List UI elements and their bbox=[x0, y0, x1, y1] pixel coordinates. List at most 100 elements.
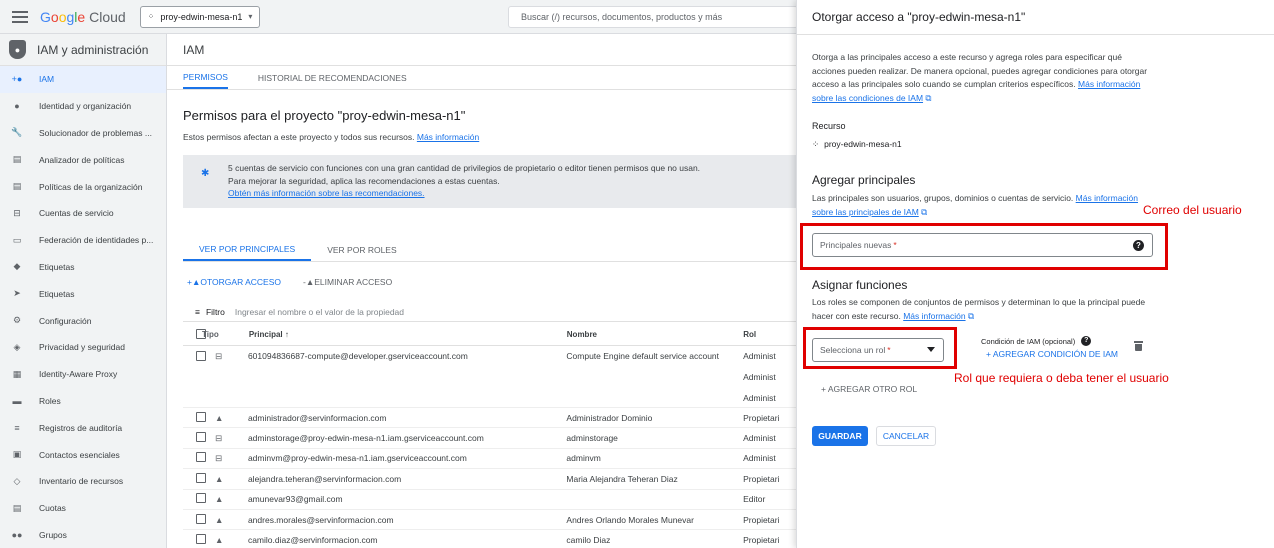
table-row[interactable]: ▲ camilo.diaz@servinformacion.com camilo D… bbox=[183, 530, 796, 548]
sidebar-item-cuotas[interactable]: ▤ Cuotas bbox=[0, 495, 166, 522]
row-principal: camilo.diaz@servinformacion.com bbox=[247, 535, 378, 546]
sidebar-item-configuraci-n[interactable]: ⚙ Configuración bbox=[0, 307, 166, 334]
trash-icon[interactable] bbox=[1134, 341, 1143, 351]
table-row[interactable]: ▲ amunevar93@gmail.com Editor bbox=[183, 490, 796, 510]
add-role-button[interactable]: + AGREGAR OTRO ROL bbox=[821, 384, 917, 394]
sidebar-item-iam[interactable]: +● IAM bbox=[0, 66, 166, 93]
service-account-icon: ⊟ bbox=[215, 432, 223, 443]
grant-access-label: OTORGAR ACCESO bbox=[200, 277, 281, 287]
tab-view-by-roles[interactable]: VER POR ROLES bbox=[311, 238, 412, 261]
sidebar-header: ● IAM y administración bbox=[0, 34, 166, 66]
grant-access-button[interactable]: +▲OTORGAR ACCESO bbox=[187, 277, 281, 287]
sidebar-item-grupos[interactable]: ●● Grupos bbox=[0, 522, 166, 548]
table-row[interactable]: ⊟ 601094836687-compute@developer.gservic… bbox=[183, 346, 796, 408]
sidebar-item-privacidad-y-seguridad[interactable]: ◈ Privacidad y seguridad bbox=[0, 334, 166, 361]
gear-icon: ⚙ bbox=[12, 315, 22, 326]
save-button[interactable]: GUARDAR bbox=[812, 426, 868, 446]
table-row[interactable]: ▲ andres.morales@servinformacion.com Andre… bbox=[183, 510, 796, 531]
sidebar-item-label: Analizador de políticas bbox=[39, 154, 125, 165]
tab-view-by-principals[interactable]: VER POR PRINCIPALES bbox=[183, 238, 312, 261]
row-principal: alejandra.teheran@servinformacion.com bbox=[247, 473, 402, 484]
col-role[interactable]: Rol bbox=[743, 330, 796, 339]
menu-icon[interactable] bbox=[12, 10, 28, 23]
sidebar-item-etiquetas[interactable]: ➤ Etiquetas bbox=[0, 280, 166, 307]
sidebar-item-cuentas-de-servicio[interactable]: ⊟ Cuentas de servicio bbox=[0, 200, 166, 227]
more-info-link[interactable]: Más información bbox=[417, 132, 479, 142]
row-role: Administ bbox=[743, 453, 776, 464]
col-principal-label: Principal bbox=[248, 330, 283, 339]
add-person-icon: +● bbox=[11, 74, 23, 85]
view-tabs: VER POR PRINCIPALES VER POR ROLES bbox=[183, 238, 796, 262]
row-name: camilo Diaz bbox=[566, 535, 611, 546]
permissions-subtitle: Estos permisos afectan a este proyecto y… bbox=[183, 132, 479, 142]
project-name: proy-edwin-mesa-n1 bbox=[160, 11, 243, 22]
project-picker[interactable]: ⁘ proy-edwin-mesa-n1 ▾ bbox=[139, 5, 261, 28]
sidebar-item-label: Federación de identidades p... bbox=[39, 235, 154, 246]
banner-link[interactable]: Obtén más información sobre las recomend… bbox=[228, 187, 796, 200]
shield-icon: ◈ bbox=[13, 341, 21, 352]
filter-input[interactable]: Ingresar el nombre o el valor de la prop… bbox=[235, 307, 404, 317]
add-condition-button[interactable]: + AGREGAR CONDICIÓN DE IAM bbox=[986, 349, 1118, 359]
external-link-icon: ⧉ bbox=[925, 92, 932, 103]
iam-condition-label: Condición de IAM (opcional) ? bbox=[981, 336, 1092, 346]
sidebar-item-label: Inventario de recursos bbox=[39, 476, 124, 487]
external-link-icon: ⧉ bbox=[967, 310, 975, 321]
table-row[interactable]: ▲ administrador@servinformacion.com Admini… bbox=[183, 408, 796, 429]
assign-roles-desc: Los roles se componen de conjuntos de pe… bbox=[812, 296, 1157, 323]
assign-roles-desc-text: Los roles se componen de conjuntos de pe… bbox=[812, 297, 1146, 321]
sidebar-item-analizador-de-pol-ticas[interactable]: ▤ Analizador de políticas bbox=[0, 146, 166, 173]
sidebar-item-identity-aware-proxy[interactable]: ▦ Identity-Aware Proxy bbox=[0, 361, 166, 388]
sidebar-item-identidad-y-organizaci-n[interactable]: ● Identidad y organización bbox=[0, 93, 166, 120]
sidebar-item-contactos-esenciales[interactable]: ▣ Contactos esenciales bbox=[0, 441, 166, 468]
add-role-label: AGREGAR OTRO ROL bbox=[827, 384, 918, 394]
quota-icon: ▤ bbox=[12, 502, 22, 513]
service-account-icon: ⊟ bbox=[215, 452, 223, 463]
sidebar-item-inventario-de-recursos[interactable]: ◇ Inventario de recursos bbox=[0, 468, 166, 495]
remove-access-button[interactable]: -▲ELIMINAR ACCESO bbox=[303, 277, 392, 287]
col-principal[interactable]: Principal ↑ bbox=[247, 330, 567, 339]
row-role: Administ bbox=[743, 393, 776, 403]
annotation-box-email bbox=[800, 223, 1168, 270]
panel-intro: Otorga a las principales acceso a este r… bbox=[812, 51, 1157, 105]
sidebar-item-label: IAM bbox=[39, 74, 55, 85]
sidebar-item-registros-de-auditor-a[interactable]: ≡ Registros de auditoría bbox=[0, 414, 166, 441]
cancel-button[interactable]: CANCELAR bbox=[876, 426, 936, 446]
search-input[interactable]: Buscar (/) recursos, documentos, product… bbox=[508, 6, 798, 28]
resource-value: ⁘ proy-edwin-mesa-n1 bbox=[812, 139, 902, 150]
add-principals-desc: Las principales son usuarios, grupos, do… bbox=[812, 192, 1157, 219]
tab-historial[interactable]: HISTORIAL DE RECOMENDACIONES bbox=[258, 66, 407, 89]
row-role: Propietari bbox=[743, 412, 780, 423]
help-icon[interactable]: ? bbox=[1081, 336, 1092, 346]
sidebar-item-label: Etiquetas bbox=[39, 261, 75, 272]
table-row[interactable]: ▲ alejandra.teheran@servinformacion.com Ma… bbox=[183, 469, 796, 490]
sidebar-item-pol-ticas-de-la-organizaci-n[interactable]: ▤ Políticas de la organización bbox=[0, 173, 166, 200]
google-cloud-logo[interactable]: Google Cloud bbox=[40, 9, 126, 25]
col-type[interactable]: Tipo bbox=[202, 330, 247, 339]
table-row[interactable]: ⊟ adminstorage@proy-edwin-mesa-n1.iam.gse… bbox=[183, 428, 796, 449]
tab-permisos[interactable]: PERMISOS bbox=[183, 66, 228, 89]
filter-bar[interactable]: ≡ Filtro Ingresar el nombre o el valor d… bbox=[183, 302, 796, 322]
plus-icon: + bbox=[986, 349, 993, 359]
row-role: Administ bbox=[743, 351, 776, 361]
grid-icon: ▦ bbox=[12, 368, 22, 379]
col-name[interactable]: Nombre bbox=[567, 330, 743, 339]
lines-icon: ≡ bbox=[14, 422, 20, 433]
row-name: Andres Orlando Morales Munevar bbox=[566, 514, 694, 525]
wrench-icon: 🔧 bbox=[11, 127, 23, 138]
search-doc-icon: ▤ bbox=[12, 154, 22, 165]
sidebar-item-label: Cuotas bbox=[39, 503, 66, 514]
sidebar-item-federaci-n-de-identidades-p[interactable]: ▭ Federación de identidades p... bbox=[0, 227, 166, 254]
table-row[interactable]: ⊟ adminvm@proy-edwin-mesa-n1.iam.gservice… bbox=[183, 449, 796, 470]
permissions-subtitle-text: Estos permisos afectan a este proyecto y… bbox=[183, 132, 415, 142]
sidebar-item-roles[interactable]: ▬ Roles bbox=[0, 388, 166, 415]
row-principal: andres.morales@servinformacion.com bbox=[247, 514, 394, 525]
diamond-icon: ◇ bbox=[13, 475, 21, 486]
row-name: adminvm bbox=[566, 453, 601, 464]
sidebar-item-label: Configuración bbox=[39, 315, 92, 326]
sidebar-item-etiquetas[interactable]: ◆ Etiquetas bbox=[0, 254, 166, 281]
top-bar: Google Cloud ⁘ proy-edwin-mesa-n1 ▾ Busc… bbox=[0, 0, 798, 34]
sidebar-item-solucionador-de-problemas[interactable]: 🔧 Solucionador de problemas ... bbox=[0, 120, 166, 147]
roles-more-info-link[interactable]: Más información bbox=[903, 311, 965, 321]
panel-title: Otorgar acceso a "proy-edwin-mesa-n1" bbox=[797, 0, 1274, 35]
chevron-down-icon: ▾ bbox=[248, 12, 253, 21]
